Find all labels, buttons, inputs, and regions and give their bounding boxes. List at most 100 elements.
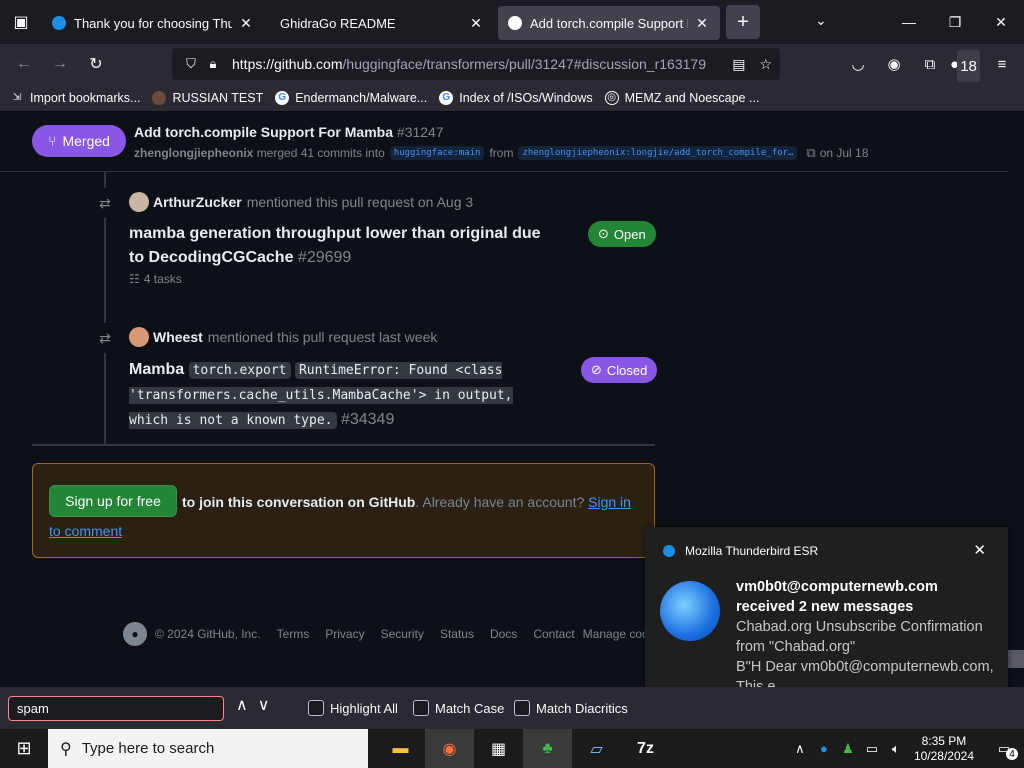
footer-link-contact[interactable]: Contact — [533, 627, 574, 641]
search-icon: ⚲ — [60, 740, 72, 758]
close-tab-icon[interactable]: ✕ — [694, 15, 710, 32]
network-icon[interactable]: ▭ — [860, 741, 884, 757]
thunderbird-favicon-icon — [52, 16, 66, 30]
bookmarks-toolbar: ⇲ Import bookmarks... RUSSIAN TEST G Ender… — [0, 84, 1024, 112]
highlight-all-checkbox[interactable]: Highlight All — [308, 700, 398, 716]
close-tab-icon[interactable]: ✕ — [238, 15, 254, 32]
restore-icon[interactable]: ❐ — [932, 0, 978, 44]
referenced-issue-title[interactable]: mamba generation throughput lower than o… — [129, 222, 559, 270]
cross-reference-icon: ⇄ — [90, 188, 120, 218]
avatar[interactable] — [129, 327, 149, 347]
footer-link-privacy[interactable]: Privacy — [325, 627, 364, 641]
close-window-icon[interactable]: ✕ — [978, 0, 1024, 44]
tab-title: Add torch.compile Support For — [530, 15, 688, 31]
closed-state-badge: ⊘ Closed — [581, 357, 658, 383]
pr-author-link[interactable]: zhenglongjiepheonix — [134, 146, 253, 160]
find-input[interactable]: spam — [8, 696, 224, 721]
tab-title: GhidraGo README — [280, 15, 396, 31]
event-user-link[interactable]: Wheest — [153, 329, 203, 345]
tab-github-pr[interactable]: Add torch.compile Support For ✕ — [498, 6, 720, 40]
shield-icon[interactable]: ⛉ — [180, 56, 202, 72]
green-app-icon[interactable]: ♣ — [523, 729, 572, 768]
pr-subtitle: zhenglongjiepheonix merged 41 commits in… — [134, 145, 869, 161]
thunderbird-tray-icon[interactable]: ● — [812, 741, 836, 756]
notification-body: vm0b0t@computernewb.com received 2 new m… — [736, 579, 994, 695]
windows-taskbar: ⊞ ⚲ Type here to search ▬ ◉ ▦ ♣ ▱ 7z ∧ ●… — [0, 729, 1024, 768]
tab-title: Thank you for choosing Thunde — [74, 15, 232, 31]
match-case-checkbox[interactable]: Match Case — [413, 700, 504, 716]
match-diacritics-checkbox[interactable]: Match Diacritics — [514, 700, 628, 716]
system-tray: ∧ ● ♟ ▭ 🔈︎ 8:35 PM 10/28/2024 ▭ 4 — [788, 729, 1024, 768]
issue-closed-icon: ⊘ — [591, 362, 602, 377]
bookmark-item[interactable]: ◎ MEMZ and Noescape ... — [604, 90, 759, 105]
checklist-icon: ☷ — [129, 272, 140, 286]
firefox-icon[interactable]: ◉ — [425, 729, 474, 768]
reload-icon[interactable]: ↻ — [78, 48, 114, 80]
find-previous-icon[interactable]: ∧ — [236, 695, 248, 715]
taskbar-search[interactable]: ⚲ Type here to search — [48, 729, 368, 768]
bookmark-item[interactable]: ⇲ Import bookmarks... — [10, 91, 141, 105]
avatar-icon — [152, 90, 167, 105]
lock-icon[interactable]: 🔒︎ — [202, 56, 224, 72]
copy-icon[interactable]: ⧉ — [806, 145, 815, 161]
footer-link-status[interactable]: Status — [440, 627, 474, 641]
footer-link-security[interactable]: Security — [381, 627, 424, 641]
volume-icon[interactable]: 🔈︎ — [884, 741, 908, 757]
new-tab-button[interactable]: + — [726, 5, 760, 39]
menu-icon[interactable]: ≡ — [986, 48, 1018, 80]
google-icon: G — [275, 90, 290, 105]
event-user-link[interactable]: ArthurZucker — [153, 194, 242, 210]
file-explorer-icon[interactable]: ▬ — [376, 729, 425, 768]
url-bar[interactable]: ⛉ 🔒︎ https://github.com/huggingface/tran… — [172, 48, 780, 80]
pocket-icon[interactable]: ◡ — [842, 48, 874, 80]
reader-view-icon[interactable]: ▤ — [732, 56, 745, 73]
windows-start-icon[interactable]: ⊞ — [0, 729, 48, 768]
bookmark-item[interactable]: RUSSIAN TEST — [152, 90, 263, 105]
forward-icon[interactable]: → — [42, 48, 78, 80]
tab-thunderbird[interactable]: Thank you for choosing Thunde ✕ — [42, 6, 264, 40]
timeline-event-header: ArthurZucker mentioned this pull request… — [129, 192, 473, 212]
find-next-icon[interactable]: ∨ — [258, 695, 270, 715]
notepad-icon[interactable]: ▱ — [572, 729, 621, 768]
minimize-icon[interactable]: — — [886, 0, 932, 44]
tray-overflow-icon[interactable]: ∧ — [788, 741, 812, 757]
close-notification-icon[interactable]: ✕ — [973, 541, 986, 559]
timeline-divider — [32, 444, 655, 446]
tab-list-icon[interactable]: ▣ — [0, 0, 42, 44]
avatar[interactable] — [129, 192, 149, 212]
sign-up-button[interactable]: Sign up for free — [49, 485, 177, 517]
footer-link-terms[interactable]: Terms — [277, 627, 310, 641]
url-text[interactable]: https://github.com/huggingface/transform… — [232, 56, 722, 72]
merged-state-badge: ⑂ Merged — [32, 125, 126, 157]
close-tab-icon[interactable]: ✕ — [468, 15, 484, 32]
7zip-icon[interactable]: 7z — [621, 729, 670, 768]
footer-link-manage-cookies[interactable]: Manage cook — [583, 627, 655, 641]
people-icon[interactable]: ♟ — [836, 741, 860, 757]
extensions-icon[interactable]: ⧉ — [914, 48, 946, 80]
nav-bar: ← → ↻ ⛉ 🔒︎ https://github.com/huggingfac… — [0, 44, 1024, 84]
back-icon[interactable]: ← — [6, 48, 42, 80]
github-favicon-icon — [508, 16, 522, 30]
account-icon[interactable]: ◉ — [878, 48, 910, 80]
task-count: ☷ 4 tasks — [129, 272, 182, 286]
clock[interactable]: 8:35 PM 10/28/2024 — [914, 734, 974, 764]
bookmark-item[interactable]: G Index of /ISOs/Windows — [439, 90, 593, 105]
action-center-icon[interactable]: ▭ 4 — [984, 729, 1024, 768]
extensions-badge: 18 — [957, 50, 980, 82]
tab-ghidrago[interactable]: GhidraGo README ✕ — [264, 6, 494, 40]
globe-icon: ◎ — [604, 90, 619, 105]
bookmark-item[interactable]: G Endermanch/Malware... — [275, 90, 427, 105]
bookmark-star-icon[interactable]: ☆ — [759, 56, 772, 73]
list-all-tabs-icon[interactable]: ⌄ — [815, 12, 827, 29]
github-logo-icon[interactable]: ● — [123, 622, 147, 646]
footer-link-docs[interactable]: Docs — [490, 627, 517, 641]
window-controls: — ❐ ✕ — [886, 0, 1024, 44]
timeline-event-header: Wheest mentioned this pull request last … — [129, 327, 437, 347]
scrollbar-thumb[interactable] — [1008, 650, 1024, 668]
referenced-issue-title[interactable]: Mamba torch.export RuntimeError: Found <… — [129, 358, 539, 433]
page-scrollbar[interactable] — [1008, 112, 1024, 687]
base-branch[interactable]: huggingface:main — [389, 146, 485, 160]
addon-icon[interactable]: ● 18 — [950, 48, 982, 82]
head-branch[interactable]: zhenglongjiepheonix:longjie/add_torch_co… — [518, 146, 798, 160]
window-app-icon[interactable]: ▦ — [474, 729, 523, 768]
